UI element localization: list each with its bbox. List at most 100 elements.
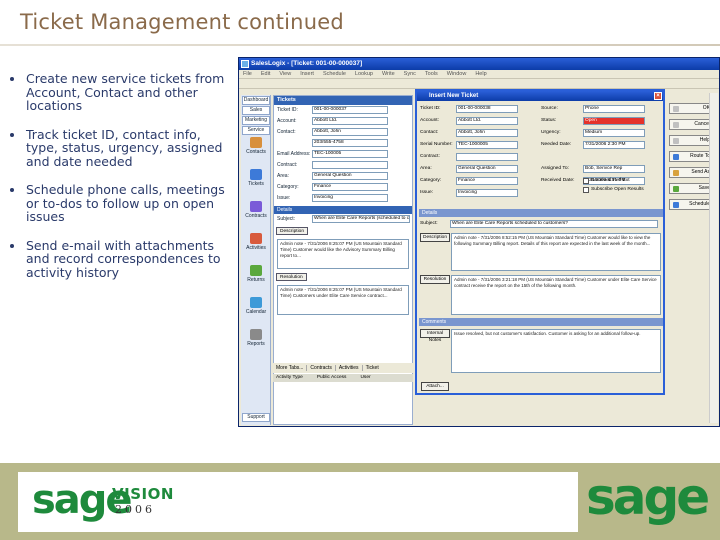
dialog-field-value[interactable]: Finance [456, 177, 518, 185]
app-logo-icon [241, 60, 249, 68]
menu-item[interactable]: Lookup [355, 71, 373, 77]
dialog-field-value[interactable]: 7/31/2006 2:30 PM [583, 141, 645, 149]
ticket-field-value[interactable]: General Question [312, 172, 388, 180]
bottom-tab[interactable]: Activities [335, 365, 363, 371]
dialog-field-row: Contact: Abbott, John [420, 129, 538, 138]
dialog-field-value[interactable]: TEC-1000005 [456, 141, 518, 149]
dialog-field-value[interactable]: Bob, Serivce Rep [583, 165, 645, 173]
dialog-resolution-text[interactable]: Admin note - 7/31/2006 3:21:18 PM (US Mo… [451, 275, 661, 315]
description-button[interactable]: Description [276, 227, 308, 235]
dialog-subject-field[interactable]: When are Elite Care Reports scheduled to… [450, 220, 658, 228]
ticket-field-value[interactable]: Abbott Ltd. [312, 117, 388, 125]
checkbox-label: Received Fed Ext [591, 178, 630, 183]
ticket-field-value[interactable]: 001-00-000037 [312, 106, 388, 114]
menu-item[interactable]: Edit [261, 71, 270, 77]
subject-label: Subject: [277, 216, 296, 222]
sagevision-logo: sage VISION 2006 [18, 472, 578, 532]
nav-item[interactable]: Returns [241, 265, 271, 295]
nav-item[interactable]: Reports [241, 329, 271, 359]
ticket-field-label: Area: [277, 173, 289, 179]
resolution-button[interactable]: Resolution [276, 273, 307, 281]
menu-item[interactable]: Window [447, 71, 467, 77]
bottom-tab[interactable]: Contracts [307, 365, 336, 371]
dialog-field-row: Needed Date: 7/31/2006 2:30 PM [541, 141, 661, 150]
menu-item[interactable]: View [279, 71, 291, 77]
app-titlebar: SalesLogix - [Ticket: 001-00-000037] [239, 58, 719, 70]
side-button-icon [673, 154, 679, 160]
nav-header[interactable]: Dashboard [242, 96, 270, 105]
subject-row: Subject: When are Elite Care Reports (sc… [274, 214, 412, 225]
ticket-field-label: Contract: [277, 162, 298, 168]
ticket-field-value[interactable]: Finance [312, 183, 388, 191]
grid-column-header[interactable]: Public Access [317, 375, 347, 380]
dialog-field-value[interactable]: General Question [456, 165, 518, 173]
bullet-item: Schedule phone calls, meetings or to-dos… [8, 183, 233, 224]
ticket-field-value[interactable]: TEC-100005 [312, 150, 388, 158]
bullet-dot-icon [10, 77, 14, 81]
dialog-resolution-button[interactable]: Resolution [420, 275, 450, 284]
dialog-field-value[interactable]: Medium [583, 129, 645, 137]
nav-item[interactable]: Tickets [241, 169, 271, 199]
ticket-field-value[interactable] [312, 161, 388, 169]
bottom-tab[interactable]: More Tabs... [273, 365, 308, 371]
ticket-field-row: Area: General Question [274, 171, 412, 182]
nav-icon [250, 201, 262, 212]
insert-ticket-dialog: Insert New Ticket × Ticket ID: 001-00-000… [415, 89, 665, 395]
dialog-field-label: Issue: [420, 190, 434, 195]
dialog-description-text[interactable]: Admin note - 7/31/2006 8:52:15 PM (US Mo… [451, 233, 661, 271]
ticket-field-value[interactable]: Invoicing [312, 194, 388, 202]
dialog-field-value[interactable]: 001-00-000038 [456, 105, 518, 113]
nav-item[interactable]: Activities [241, 233, 271, 263]
dialog-field-value[interactable] [456, 153, 518, 161]
nav-item[interactable]: Contracts [241, 201, 271, 231]
title-divider [0, 44, 720, 46]
menu-item[interactable]: Help [475, 71, 486, 77]
menu-item[interactable]: Schedule [323, 71, 346, 77]
menu-item[interactable]: Insert [300, 71, 314, 77]
ticket-field-value[interactable]: 203/555-4758 [312, 139, 388, 147]
dialog-comments-bar: Comments [419, 318, 663, 326]
grid-column-header[interactable]: User [360, 375, 370, 380]
ticket-field-label: Email Address: [277, 151, 311, 157]
nav-tab-service[interactable]: Service [242, 126, 270, 135]
nav-footer[interactable]: Support [242, 413, 270, 422]
dialog-comments-text[interactable]: Issue resolved, but not customer's satis… [451, 329, 661, 373]
dialog-field-value[interactable]: Abbott Ltd. [456, 117, 518, 125]
side-button-icon [673, 138, 679, 144]
resolution-text[interactable]: Admin note - 7/31/2006 8:25:07 PM (US Mo… [277, 285, 409, 315]
menu-item[interactable]: Tools [425, 71, 438, 77]
dialog-field-value[interactable]: Invoicing [456, 189, 518, 197]
dialog-field-label: Contact: [420, 130, 439, 135]
nav-tab-sales[interactable]: Sales [242, 106, 270, 115]
internal-notes-button[interactable]: Internal Notes [420, 329, 450, 343]
dialog-field-label: Contract: [420, 154, 440, 159]
nav-item[interactable]: Calendar [241, 297, 271, 327]
grid-column-header[interactable]: Activity Type [276, 375, 303, 380]
attach-button[interactable]: Attach... [421, 382, 449, 391]
dialog-field-row: Account: Abbott Ltd. [420, 117, 538, 126]
menu-item[interactable]: Write [382, 71, 395, 77]
checkbox-label: Subscribe Open Results [591, 187, 644, 192]
menu-item[interactable]: Sync [404, 71, 416, 77]
logo-vision-text: VISION [112, 485, 174, 503]
ticket-field-row: 203/555-4758 [274, 138, 412, 149]
dialog-field-value[interactable]: Open [583, 117, 645, 125]
dialog-field-value[interactable]: Phone [583, 105, 645, 113]
nav-item[interactable]: Contacts [241, 137, 271, 167]
ticket-field-value[interactable]: Abbott, John [312, 128, 388, 136]
dialog-description-button[interactable]: Description [420, 233, 450, 242]
close-icon[interactable]: × [654, 92, 662, 100]
side-button-icon [673, 122, 679, 128]
ticket-field-label: Account: [277, 118, 297, 124]
bullet-item: Send e-mail with attachments and record … [8, 238, 233, 280]
description-text[interactable]: Admin note - 7/31/2006 8:25:07 PM (US Mo… [277, 239, 409, 269]
subject-field[interactable]: When are Elite Care Reports (scheduled t… [312, 215, 410, 223]
dialog-field-value[interactable]: Abbott, John [456, 129, 518, 137]
side-button-label: Schedule [689, 201, 710, 207]
menu-item[interactable]: File [243, 71, 252, 77]
dialog-field-row: Assigned To: Bob, Serivce Rep [541, 165, 661, 174]
nav-tab-marketing[interactable]: Marketing [242, 116, 270, 125]
vertical-scrollbar[interactable] [709, 93, 718, 423]
checkbox[interactable] [583, 187, 589, 193]
checkbox[interactable] [583, 178, 589, 184]
